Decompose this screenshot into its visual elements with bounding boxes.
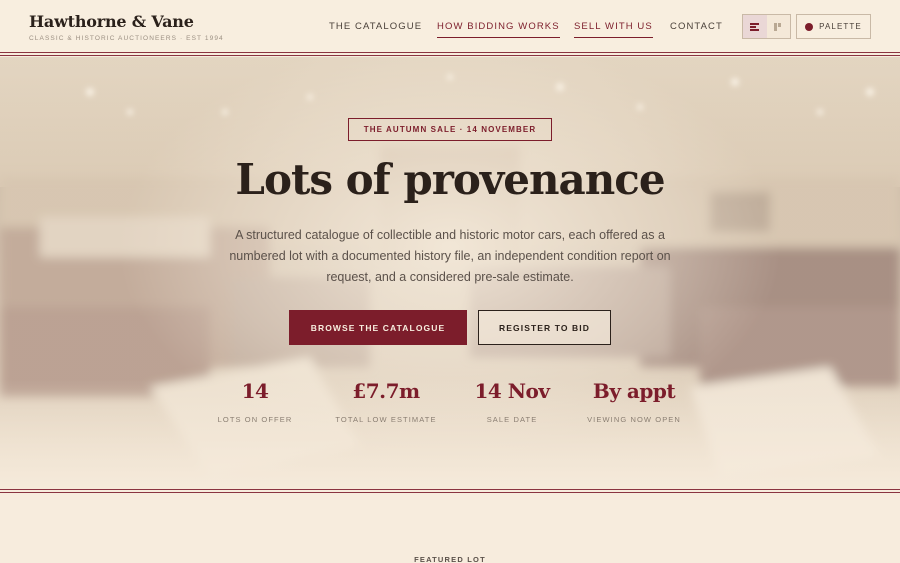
list-layout-icon <box>750 22 760 31</box>
stat-value: £7.7m <box>352 379 420 403</box>
nav-link-contact[interactable]: CONTACT <box>670 21 723 37</box>
stat-value: 14 Nov <box>474 379 550 403</box>
register-to-bid-button[interactable]: REGISTER TO BID <box>478 310 611 345</box>
hero-description: A structured catalogue of collectible an… <box>229 228 671 284</box>
stat-sale-date: 14 Nov SALE DATE <box>447 379 577 424</box>
hero-section: THE AUTUMN SALE · 14 NOVEMBER Lots of pr… <box>0 57 900 489</box>
brand[interactable]: Hawthorne & Vane CLASSIC & HISTORIC AUCT… <box>29 12 224 42</box>
nav-link-catalogue[interactable]: THE CATALOGUE <box>329 21 422 37</box>
theme-option-list[interactable] <box>743 15 767 38</box>
color-dot-icon <box>805 22 814 31</box>
columns-layout-icon <box>773 22 783 31</box>
palette-button[interactable]: PALETTE <box>796 14 871 39</box>
stat-lots: 14 LOTS ON OFFER <box>190 379 320 424</box>
brand-name[interactable]: Hawthorne & Vane <box>29 12 224 31</box>
header-divider <box>0 52 900 56</box>
stat-label: VIEWING NOW OPEN <box>587 415 681 424</box>
stat-viewing: By appt VIEWING NOW OPEN <box>569 379 699 424</box>
stat-estimate: £7.7m TOTAL LOW ESTIMATE <box>321 379 451 424</box>
theme-toggle[interactable] <box>742 14 791 39</box>
brand-tagline: CLASSIC & HISTORIC AUCTIONEERS · EST 199… <box>29 35 224 42</box>
theme-option-columns[interactable] <box>767 15 791 38</box>
stat-value: By appt <box>592 379 676 403</box>
sale-badge: THE AUTUMN SALE · 14 NOVEMBER <box>348 118 552 141</box>
stat-label: LOTS ON OFFER <box>217 415 293 424</box>
stat-value: 14 <box>241 379 269 403</box>
featured-lot-label: FEATURED LOT <box>414 555 486 563</box>
browse-catalogue-button[interactable]: BROWSE THE CATALOGUE <box>289 310 467 345</box>
site-header: Hawthorne & Vane CLASSIC & HISTORIC AUCT… <box>0 0 900 53</box>
stat-label: SALE DATE <box>486 415 538 424</box>
stat-label: TOTAL LOW ESTIMATE <box>335 415 437 424</box>
nav-link-sell-with-us[interactable]: SELL WITH US <box>574 21 653 38</box>
hero-title: Lots of provenance <box>235 155 665 204</box>
nav-link-how-bidding-works[interactable]: HOW BIDDING WORKS <box>437 21 560 38</box>
palette-label: PALETTE <box>819 22 862 31</box>
hero-divider <box>0 489 900 493</box>
